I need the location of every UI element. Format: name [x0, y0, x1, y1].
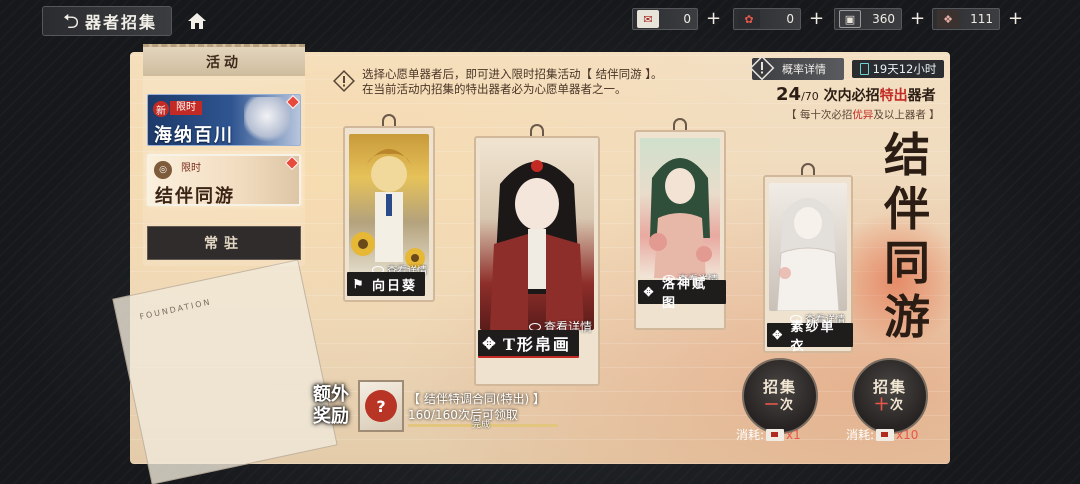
hourglass-icon: [859, 63, 869, 75]
character-name-plate: ✥ 素纱单衣: [767, 320, 853, 354]
bonus-label: 额外 奖励: [313, 384, 349, 427]
coin-sack-icon: ✿: [738, 10, 760, 28]
crystal-icon: ❖: [937, 10, 959, 28]
sidebar-item-jieban-tongyou[interactable]: ◎ 限时 结伴同游: [147, 154, 301, 206]
red-letter-icon: [766, 428, 785, 441]
red-letter-icon: [876, 428, 895, 441]
character-art: [640, 138, 720, 278]
page-title: 器者招集: [85, 13, 158, 32]
character-card-xiangrikui[interactable]: 查看详情 ⚑ 向日葵: [343, 114, 435, 302]
character-name-plate: ✥ T形帛画: [478, 330, 579, 358]
resource-crystal: ❖ 111 +: [932, 8, 1023, 30]
character-card-susha-danyi[interactable]: 查看详情 ✥ 素纱单衣: [763, 163, 853, 354]
countdown-timer: 19天12小时: [852, 60, 944, 78]
character-art: [769, 183, 847, 311]
resource-coin-sack: ✿ 0 +: [733, 8, 824, 30]
pull-once-button[interactable]: 招集 一次 消耗: x1: [736, 358, 826, 448]
bonus-progress-text: 160/160次后可领取: [408, 408, 518, 422]
character-art: [349, 134, 429, 280]
diamond-marker-icon: [284, 156, 299, 171]
pity-counter: 24/70 次内必招特出器者: [776, 84, 936, 105]
new-badge: 新: [153, 101, 169, 117]
sidebar-item-label: 结伴同游: [155, 186, 235, 206]
back-button[interactable]: ⮌ 器者招集: [42, 6, 172, 36]
bonus-complete-label: 完成: [472, 420, 491, 430]
add-ticket-button[interactable]: +: [910, 10, 925, 28]
warning-icon: [333, 70, 355, 92]
home-icon: [188, 13, 206, 29]
pull-once-cost: 消耗: x1: [736, 427, 801, 443]
decorative-ticket: FOUNDATION: [112, 259, 338, 484]
bonus-reward-item[interactable]: ?: [358, 380, 404, 432]
add-coin-sack-button[interactable]: +: [809, 10, 824, 28]
character-name-plate: ✥ 洛神赋图: [638, 277, 726, 311]
back-arrow-icon: ⮌: [63, 9, 80, 33]
badge-icon: ◎: [154, 161, 172, 179]
character-card-txing-bohua[interactable]: 查看详情 ✥ T形帛画: [474, 124, 600, 386]
resource-ticket: ▣ 360 +: [834, 8, 925, 30]
limited-badge: 限时: [170, 101, 202, 115]
character-card-luoshen-futu[interactable]: 查看详情 ✥ 洛神赋图: [634, 118, 726, 330]
top-bar: ⮌ 器者招集 ✉ 0 + ✿ 0 + ▣ 360 + ❖ 111 +: [0, 0, 1080, 40]
knot-icon: ✥: [643, 285, 656, 299]
limited-badge: 限时: [181, 163, 201, 174]
add-crystal-button[interactable]: +: [1008, 10, 1023, 28]
knot-icon: ✥: [482, 333, 498, 353]
home-button[interactable]: [178, 6, 216, 36]
knot-icon: ✥: [772, 328, 785, 342]
character-art: [480, 144, 594, 330]
sidebar-item-haina-baichuan[interactable]: 新 限时 海纳百川: [147, 94, 301, 146]
mystery-seal-icon: ?: [365, 390, 397, 422]
notice-text: 选择心愿单器者后，即可进入限时招集活动【 结伴同游 】。 在当前活动内招集的特出…: [362, 67, 663, 96]
character-thumbnail: [244, 97, 290, 145]
pull-ten-button[interactable]: 招集 十次 消耗: x10: [846, 358, 936, 448]
sidebar-header-activity: 活动: [143, 44, 305, 76]
add-red-letter-button[interactable]: +: [706, 10, 721, 28]
pity-subtext: 【 每十次必招优异及以上器者 】: [786, 109, 940, 121]
bonus-item-name: 【 结伴特调合同(特出) 】: [408, 392, 545, 406]
banner-sidebar: 活动 新 限时 海纳百川 ◎ 限时 结伴同游 常驻: [143, 44, 305, 266]
pull-ten-cost: 消耗: x10: [846, 427, 919, 443]
info-diamond-icon: [749, 55, 775, 81]
sidebar-header-regular[interactable]: 常驻: [147, 226, 301, 260]
sidebar-item-label: 海纳百川: [154, 125, 234, 146]
resource-red-letter: ✉ 0 +: [632, 8, 721, 30]
banner-title: 结 伴 同 游: [884, 128, 930, 344]
ticket-icon: ▣: [839, 10, 861, 28]
character-name-plate: ⚑ 向日葵: [347, 272, 426, 296]
flag-icon: ⚑: [352, 277, 366, 291]
red-letter-icon: ✉: [637, 10, 659, 28]
